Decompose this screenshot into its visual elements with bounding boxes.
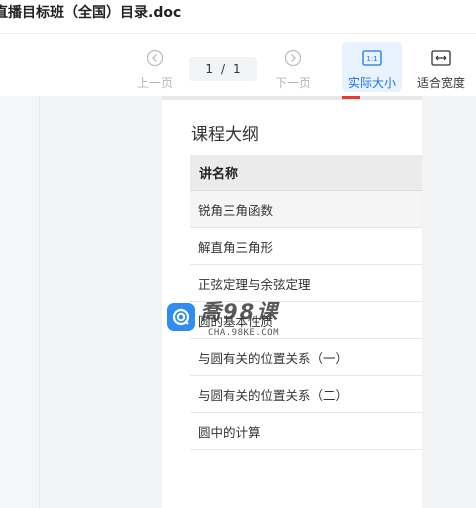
next-page-label: 下一页 (274, 76, 311, 90)
page-separator: / (220, 62, 226, 76)
watermark-logo-icon (167, 303, 195, 331)
actual-size-icon: 1:1 (362, 48, 382, 68)
next-page-button[interactable]: 下一页 (262, 42, 324, 92)
current-page: 1 (205, 62, 213, 76)
actual-size-label: 实际大小 (347, 76, 396, 90)
chevron-left-icon (145, 48, 165, 68)
red-marker (342, 96, 360, 99)
page-indicator[interactable]: 1 / 1 (189, 57, 257, 81)
watermark-url: CHA.98KE.COM (208, 328, 280, 338)
table-row: 与圆有关的位置关系（二） (190, 376, 422, 413)
fit-width-icon (431, 48, 451, 68)
table-row: 圆中的计算 (190, 413, 422, 450)
table-row: 与圆有关的位置关系（一） (190, 339, 422, 376)
fit-width-label: 适合宽度 (416, 76, 465, 90)
thumbnail-sidebar (0, 96, 40, 508)
watermark-text: 喬98课 (200, 300, 280, 324)
fit-width-button[interactable]: 适合宽度 (410, 42, 472, 92)
table-row: 锐角三角函数 (190, 191, 422, 228)
prev-page-label: 上一页 (136, 76, 173, 90)
table-row: 解直角三角形 (190, 228, 422, 265)
table-header: 讲名称 (190, 155, 422, 191)
page-top-strip (162, 96, 422, 100)
actual-size-button[interactable]: 1:1 实际大小 (342, 42, 402, 92)
title-bar: 直播目标班（全国）目录.doc (0, 0, 476, 34)
chevron-right-icon (283, 48, 303, 68)
outline-heading: 课程大纲 (191, 125, 259, 145)
prev-page-button[interactable]: 上一页 (124, 42, 186, 92)
total-pages: 1 (233, 62, 241, 76)
svg-text:1:1: 1:1 (366, 55, 377, 63)
document-title: 直播目标班（全国）目录.doc (0, 5, 182, 21)
